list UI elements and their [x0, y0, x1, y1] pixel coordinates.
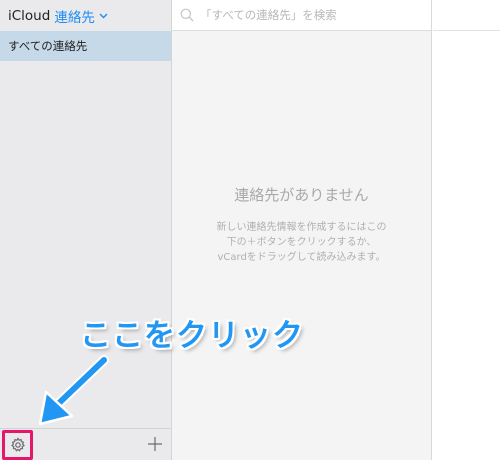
contact-detail-pane: [433, 0, 500, 460]
add-contact-button[interactable]: [144, 433, 166, 455]
chevron-down-icon[interactable]: [99, 12, 108, 22]
empty-state-title: 連絡先がありません: [234, 186, 369, 204]
plus-icon[interactable]: [147, 436, 163, 452]
app-name: iCloud: [8, 7, 51, 24]
gear-icon[interactable]: [10, 437, 26, 453]
divider: [433, 30, 500, 31]
search-placeholder[interactable]: 「すべての連絡先」を検索: [200, 7, 337, 23]
settings-button[interactable]: [2, 430, 33, 460]
annotation-callout: ここをクリック: [80, 318, 304, 354]
group-item-all-contacts[interactable]: すべての連絡先: [0, 31, 171, 61]
contact-list-pane: 「すべての連絡先」を検索 連絡先がありません 新しい連絡先情報を作成するにはこの…: [172, 0, 432, 460]
empty-state-description: 新しい連絡先情報を作成するにはこの下の＋ボタンをクリックするか、vCardをドラ…: [216, 222, 387, 263]
contacts-app: iCloud 連絡先 すべての連絡先 「すべての連絡先」を検索 連絡先がありませ…: [0, 0, 500, 460]
app-switcher[interactable]: iCloud 連絡先: [0, 0, 172, 31]
app-section-label[interactable]: 連絡先: [54, 6, 95, 26]
search-icon: [180, 8, 194, 22]
annotation-arrow: [38, 355, 109, 426]
group-item-label: すべての連絡先: [8, 39, 88, 53]
search-field[interactable]: 「すべての連絡先」を検索: [172, 0, 431, 31]
